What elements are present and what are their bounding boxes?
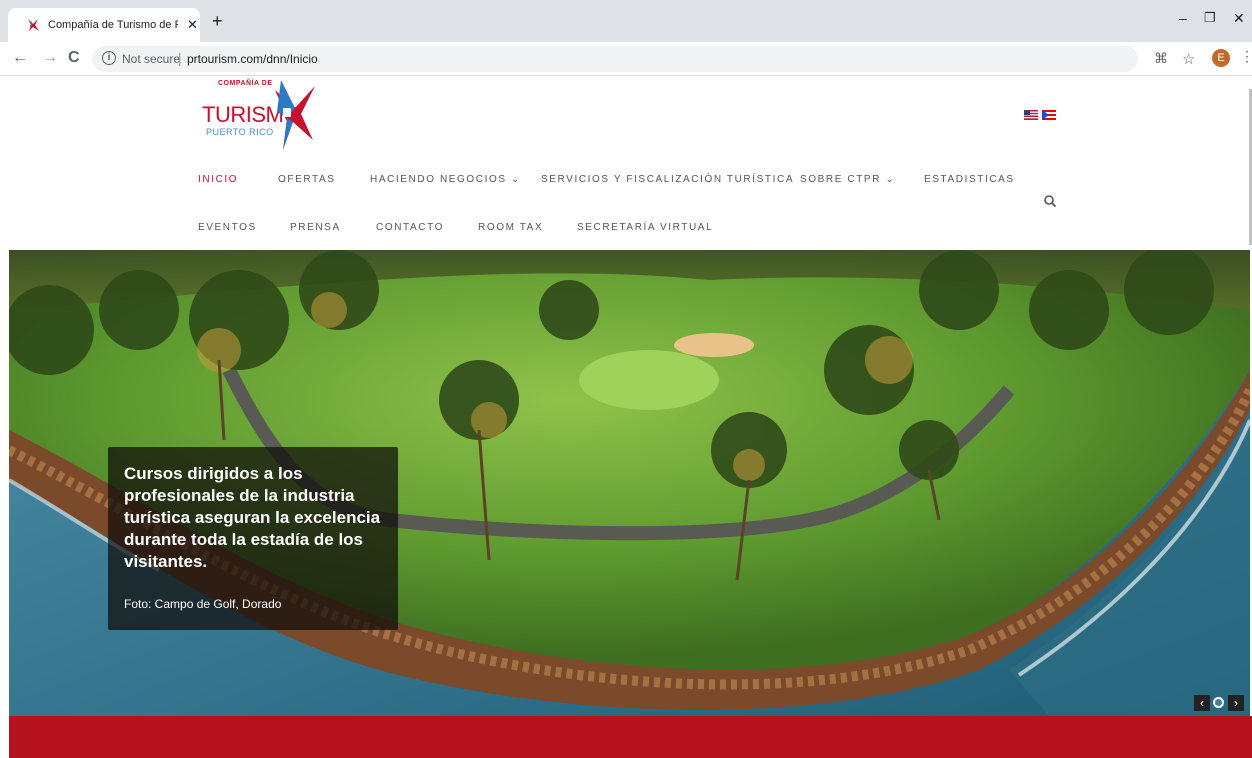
- menu-item-prensa[interactable]: PRENSA: [290, 222, 341, 233]
- minimize-icon[interactable]: –: [1179, 10, 1187, 26]
- new-tab-button[interactable]: +: [212, 12, 223, 30]
- red-section-band: [9, 716, 1252, 758]
- hero-caption-title: Cursos dirigidos a los profesionales de …: [124, 464, 381, 571]
- logo-sub-text: PUERTO RICO: [206, 127, 274, 137]
- back-icon[interactable]: ←: [12, 49, 28, 67]
- logo-small-text: COMPAÑÍA DE: [218, 80, 273, 87]
- info-icon[interactable]: i: [102, 51, 116, 65]
- bookmark-star-icon[interactable]: ☆: [1182, 50, 1195, 68]
- menu-item-inicio[interactable]: INICIO: [198, 174, 238, 185]
- menu-kebab-icon[interactable]: ⋮: [1240, 48, 1252, 65]
- us-flag-icon[interactable]: [1024, 110, 1038, 120]
- menu-item-estadisticas[interactable]: ESTADISTICAS: [924, 174, 1015, 185]
- site-logo[interactable]: COMPAÑÍA DE TURISMO PUERTO RICO: [198, 80, 318, 154]
- menu-item-secretaria-virtual[interactable]: SECRETARÍA VIRTUAL: [577, 222, 713, 233]
- restore-icon[interactable]: ❐: [1204, 10, 1216, 26]
- tab-title: Compañía de Turismo de Puerto: [48, 19, 178, 31]
- hero-caption-credit: Foto: Campo de Golf, Dorado: [124, 597, 282, 611]
- browser-tabstrip: Compañía de Turismo de Puerto ✕ + – ❐ ✕: [0, 0, 1252, 42]
- puerto-rico-flag-icon[interactable]: [1042, 110, 1056, 120]
- slider-prev-button[interactable]: ‹: [1194, 695, 1210, 711]
- address-bar[interactable]: i Not secure | prtourism.com/dnn/Inicio: [92, 46, 1138, 72]
- menu-item-room-tax[interactable]: ROOM TAX: [478, 222, 543, 233]
- browser-toolbar: ← → C i Not secure | prtourism.com/dnn/I…: [0, 42, 1252, 76]
- translate-icon[interactable]: ⌘: [1154, 50, 1168, 67]
- site-favicon-icon: [28, 19, 39, 31]
- menu-item-eventos[interactable]: EVENTOS: [198, 222, 257, 233]
- tab-close-icon[interactable]: ✕: [187, 17, 198, 33]
- window-close-icon[interactable]: ✕: [1233, 10, 1245, 27]
- menu-item-haciendo-negocios[interactable]: HACIENDO NEGOCIOS ⌄: [370, 174, 521, 185]
- forward-icon[interactable]: →: [42, 49, 58, 67]
- slider-indicator[interactable]: [1213, 697, 1224, 708]
- menu-item-ofertas[interactable]: OFERTAS: [278, 174, 336, 185]
- url-text[interactable]: prtourism.com/dnn/Inicio: [187, 52, 318, 66]
- browser-tab[interactable]: Compañía de Turismo de Puerto ✕: [8, 8, 200, 42]
- security-label: Not secure: [122, 52, 181, 66]
- url-separator: |: [178, 50, 182, 66]
- menu-item-contacto[interactable]: CONTACTO: [376, 222, 444, 233]
- logo-star-icon: [275, 80, 315, 150]
- search-icon[interactable]: [1043, 194, 1057, 208]
- menu-item-sobre-ctpr[interactable]: SOBRE CTPR ⌄: [800, 174, 895, 185]
- hero-caption: Cursos dirigidos a los profesionales de …: [108, 447, 398, 630]
- slider-next-button[interactable]: ›: [1228, 695, 1244, 711]
- reload-icon[interactable]: C: [68, 49, 80, 67]
- profile-avatar[interactable]: E: [1212, 49, 1230, 67]
- menu-item-servicios[interactable]: SERVICIOS Y FISCALIZACIÓN TURÍSTICA: [541, 174, 794, 185]
